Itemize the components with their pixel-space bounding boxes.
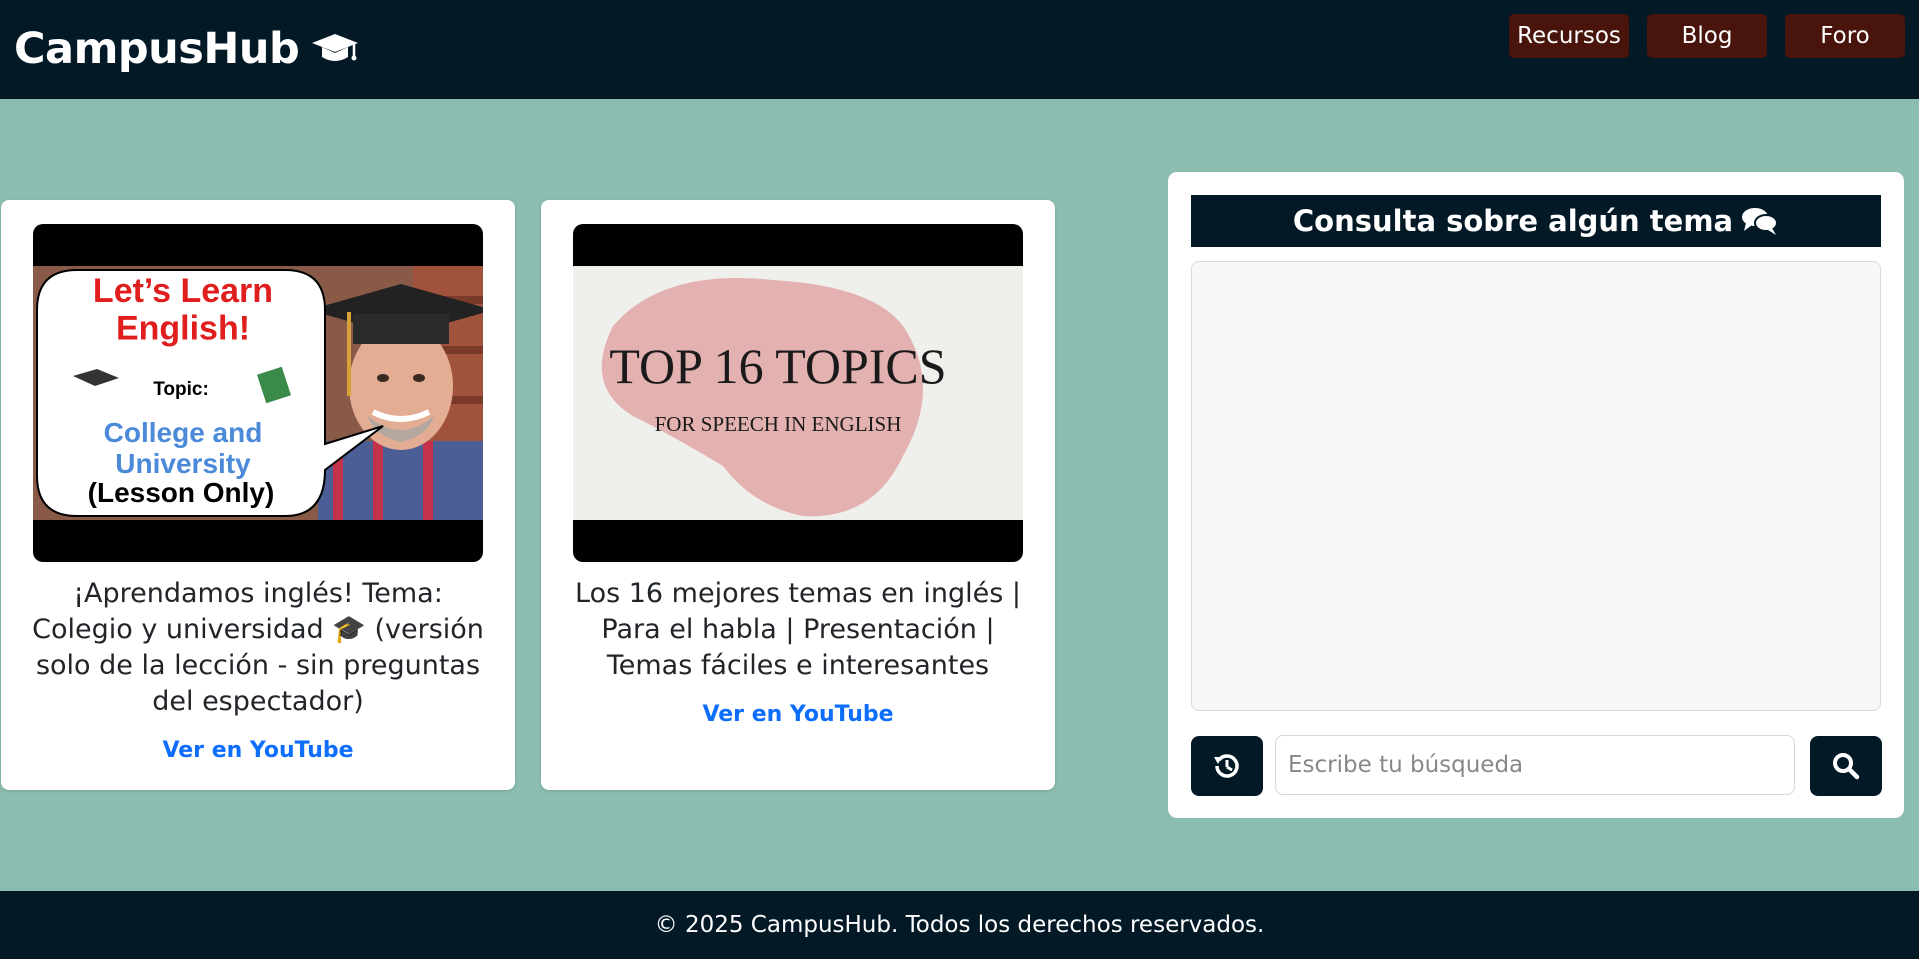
- footer-text: © 2025 CampusHub. Todos los derechos res…: [654, 912, 1265, 938]
- search-input[interactable]: [1275, 735, 1795, 795]
- chat-panel: Consulta sobre algún tema: [1168, 172, 1904, 818]
- video-title: ¡Aprendamos inglés! Tema: Colegio y univ…: [32, 578, 484, 717]
- navbar: CampusHub Recursos Blog Foro: [0, 0, 1919, 99]
- graduation-cap-icon: [312, 34, 359, 61]
- chat-messages-area[interactable]: [1191, 261, 1881, 711]
- video-card: Let’s Learn English! College and Universit…: [1, 200, 515, 790]
- nav-links: Recursos Blog Foro: [1509, 14, 1905, 58]
- nav-link-foro[interactable]: Foro: [1785, 14, 1905, 58]
- footer: © 2025 CampusHub. Todos los derechos res…: [0, 891, 1919, 959]
- search-button[interactable]: [1810, 736, 1882, 796]
- nav-link-recursos[interactable]: Recursos: [1509, 14, 1629, 58]
- brand-logo[interactable]: CampusHub: [14, 24, 359, 74]
- comments-icon: [1742, 208, 1779, 235]
- thumbnail-illustration: TOP 16 TOPICS FOR SPEECH IN ENGLISH: [573, 266, 1023, 520]
- search-icon: [1833, 753, 1860, 780]
- youtube-link[interactable]: Ver en YouTube: [561, 700, 1035, 730]
- video-thumbnail[interactable]: TOP 16 TOPICS FOR SPEECH IN ENGLISH: [573, 224, 1023, 562]
- video-card: TOP 16 TOPICS FOR SPEECH IN ENGLISH Los …: [541, 200, 1055, 790]
- thumb-subheading: FOR SPEECH IN ENGLISH: [655, 412, 902, 436]
- thumbnail-illustration: Let’s Learn English! College and Universit…: [33, 266, 483, 520]
- history-icon: [1214, 754, 1239, 778]
- history-button[interactable]: [1191, 736, 1263, 796]
- nav-link-blog[interactable]: Blog: [1647, 14, 1767, 58]
- chat-header: Consulta sobre algún tema: [1191, 195, 1881, 247]
- brand-name: CampusHub: [14, 24, 300, 74]
- video-title: Los 16 mejores temas en inglés | Para el…: [575, 578, 1021, 681]
- video-thumbnail[interactable]: Let’s Learn English! College and Universit…: [33, 224, 483, 562]
- thumb-subject: College and University: [104, 417, 263, 479]
- thumb-topic: Topic:: [153, 379, 209, 400]
- video-info: ¡Aprendamos inglés! Tema: Colegio y univ…: [21, 576, 495, 766]
- chat-title: Consulta sobre algún tema: [1292, 204, 1734, 238]
- thumb-heading: Let’s Learn English!: [93, 272, 273, 347]
- thumb-note: (Lesson Only): [88, 477, 275, 508]
- thumb-heading: TOP 16 TOPICS: [609, 338, 946, 394]
- video-info: Los 16 mejores temas en inglés | Para el…: [561, 576, 1035, 730]
- youtube-link[interactable]: Ver en YouTube: [21, 736, 495, 766]
